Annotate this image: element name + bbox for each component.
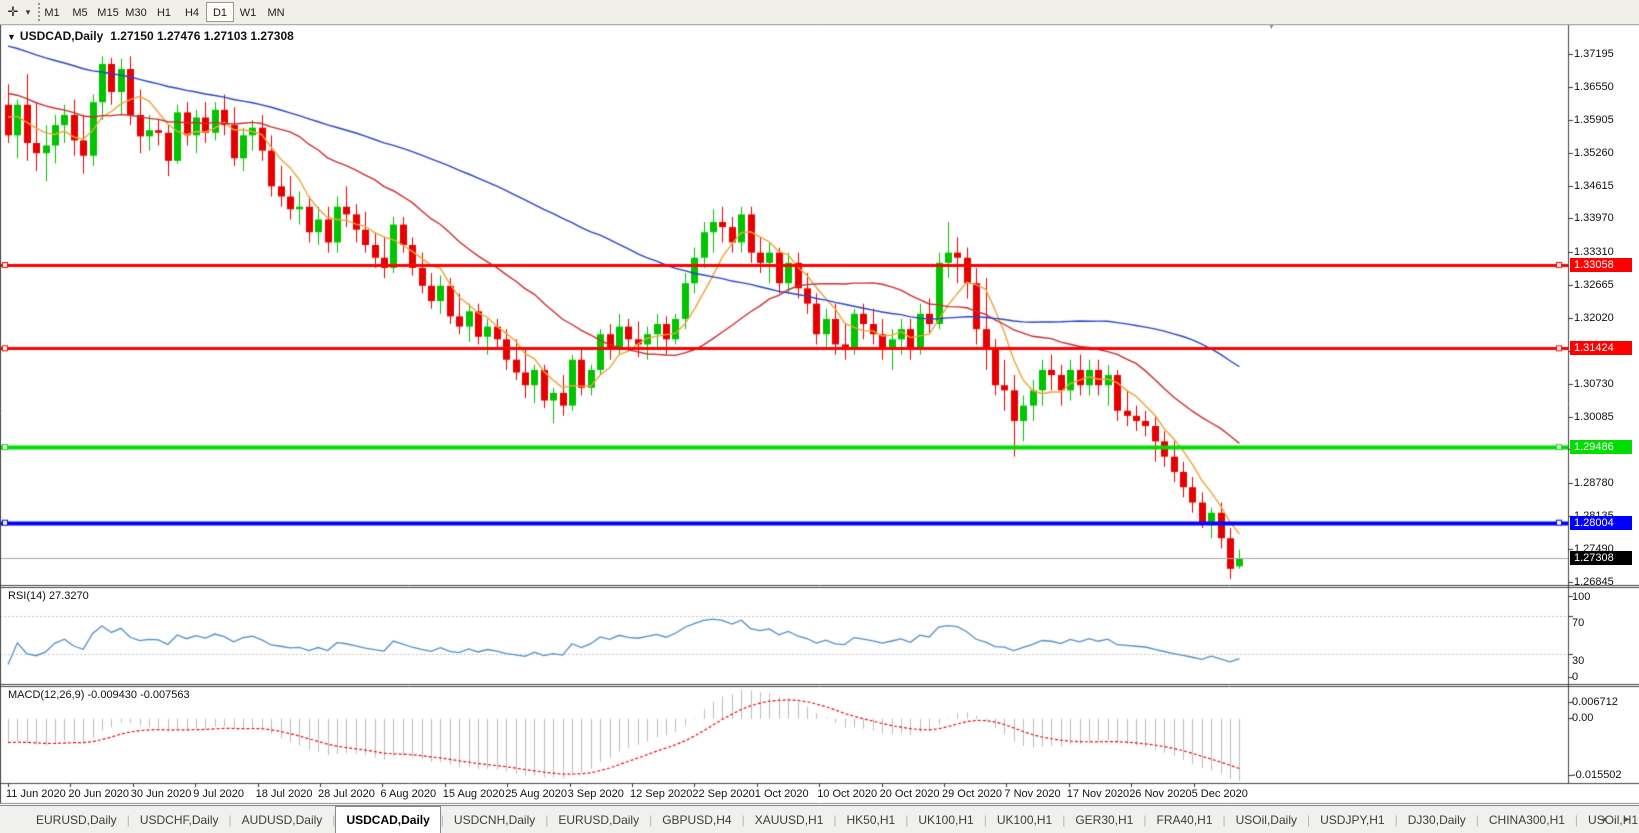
price-line-badge: 1.29486 [1570,440,1632,454]
chart-tab-audusd-daily[interactable]: AUDUSD,Daily [232,807,333,833]
chart-tab-usdcad-daily[interactable]: USDCAD,Daily [335,806,440,833]
price-axis-tick: 1.32665 [1574,278,1614,292]
macd-axis-tick: 0.006712 [1572,695,1618,709]
rsi-axis-tick: 30 [1572,654,1584,668]
price-axis-tick: 1.34615 [1574,179,1614,193]
toolbar: ✛ ▾ M1M5M15M30H1H4D1W1MN [0,0,1639,25]
date-axis-label: 12 Sep 2020 [630,788,692,800]
price-line-badge: 1.33058 [1570,258,1632,272]
date-axis-label: 25 Aug 2020 [505,788,567,800]
date-axis-label: 3 Sep 2020 [568,788,624,800]
chart-tab-china300-h1[interactable]: CHINA300,H1 [1479,807,1575,833]
date-axis-label: 6 Aug 2020 [380,788,436,800]
timeframe-button-d1[interactable]: D1 [206,2,234,22]
panel-separator-macd[interactable] [0,681,1639,687]
chart-tab-hk50-h1[interactable]: HK50,H1 [837,807,906,833]
chart-tab-usdjpy-h1[interactable]: USDJPY,H1 [1310,807,1394,833]
chart-tab-xauusd-h1[interactable]: XAUUSD,H1 [745,807,834,833]
date-axis-label: 5 Dec 2020 [1192,788,1248,800]
date-axis-label: 17 Nov 2020 [1067,788,1129,800]
price-line-badge: 1.28004 [1570,516,1632,530]
price-axis-tick: 1.30730 [1574,377,1614,391]
date-axis-label: 11 Jun 2020 [6,788,66,800]
chart-title: ▼ USDCAD,Daily 1.27150 1.27476 1.27103 1.2… [7,29,294,43]
chart-tab-dj30-daily[interactable]: DJ30,Daily [1398,807,1476,833]
panel-separator-rsi[interactable] [0,583,1639,589]
rsi-axis-tick: 100 [1572,590,1590,604]
chart-tab-eurusd-daily[interactable]: EURUSD,Daily [548,807,649,833]
timeframe-button-m30[interactable]: M30 [122,2,150,22]
timeframe-button-m15[interactable]: M15 [94,2,122,22]
chart-tab-eurusd-daily[interactable]: EURUSD,Daily [26,807,127,833]
rsi-axis-tick: 70 [1572,616,1584,630]
date-axis-label: 22 Sep 2020 [692,788,754,800]
price-axis-tick: 1.32020 [1574,311,1614,325]
date-axis-label: 30 Jun 2020 [131,788,192,800]
mt4-window: ✛ ▾ M1M5M15M30H1H4D1W1MN ▼ USDCAD,Daily 1.… [0,0,1639,833]
price-axis-tick: 1.28780 [1574,476,1614,490]
chart-tab-usdchf-daily[interactable]: USDCHF,Daily [130,807,229,833]
date-axis-label: 18 Jul 2020 [256,788,313,800]
chart-tab-ger30-h1[interactable]: GER30,H1 [1065,807,1143,833]
price-axis-tick: 1.35905 [1574,113,1614,127]
price-axis-tick: 1.30085 [1574,410,1614,424]
price-axis-tick: 1.36550 [1574,80,1614,94]
date-axis-label: 15 Aug 2020 [443,788,505,800]
macd-panel-label: MACD(12,26,9) -0.009430 -0.007563 [8,689,190,701]
date-axis-label: 1 Oct 2020 [755,788,809,800]
chart-symbol-label: USDCAD,Daily [20,29,103,43]
macd-axis-tick: 0.00 [1572,711,1593,725]
price-line-badge: 1.31424 [1570,341,1632,355]
timeframe-button-h4[interactable]: H4 [178,2,206,22]
timeframe-button-mn[interactable]: MN [262,2,290,22]
date-axis-label: 28 Jul 2020 [318,788,375,800]
timeframe-button-m5[interactable]: M5 [66,2,94,22]
chart-ohlc-values: 1.27150 1.27476 1.27103 1.27308 [110,29,294,43]
price-axis-tick: 1.33970 [1574,211,1614,225]
current-price-badge: 1.27308 [1570,551,1632,565]
chart-tab-gbpusd-h4[interactable]: GBPUSD,H4 [652,807,741,833]
date-axis-label: 29 Oct 2020 [942,788,1002,800]
collapse-triangle-icon[interactable]: ▼ [7,32,16,42]
timeframe-button-w1[interactable]: W1 [234,2,262,22]
chart-tab-usoil-daily[interactable]: USOil,Daily [1226,807,1307,833]
date-axis-label: 20 Oct 2020 [880,788,940,800]
chart-tab-usdcnh-daily[interactable]: USDCNH,Daily [444,807,545,833]
macd-axis-tick: -0.015502 [1572,768,1622,782]
tab-scroll-left-icon[interactable]: ◂ [1597,813,1611,827]
tab-scroll-right-icon[interactable]: ▸ [1620,813,1634,827]
chart-tab-fra40-h1[interactable]: FRA40,H1 [1146,807,1222,833]
price-axis-tick: 1.35260 [1574,146,1614,160]
chart-cursor-icon[interactable]: ✛ [4,3,22,21]
date-axis-label: 7 Nov 2020 [1004,788,1060,800]
price-axis-tick: 1.37195 [1574,47,1614,61]
date-axis-label: 26 Nov 2020 [1129,788,1191,800]
chart-tab-uk100-h1[interactable]: UK100,H1 [987,807,1062,833]
chart-tab-uk100-h1[interactable]: UK100,H1 [908,807,983,833]
tab-bar: EURUSD,Daily|USDCHF,Daily|AUDUSD,Daily|U… [0,805,1639,833]
date-axis-label: 20 Jun 2020 [68,788,129,800]
timeframe-button-m1[interactable]: M1 [38,2,66,22]
timeframe-button-h1[interactable]: H1 [150,2,178,22]
rsi-panel-label: RSI(14) 27.3270 [8,590,89,602]
dropdown-caret-icon[interactable]: ▾ [22,3,34,21]
price-chart-canvas[interactable] [0,0,1639,833]
date-axis-label: 10 Oct 2020 [817,788,877,800]
date-axis-label: 9 Jul 2020 [193,788,244,800]
